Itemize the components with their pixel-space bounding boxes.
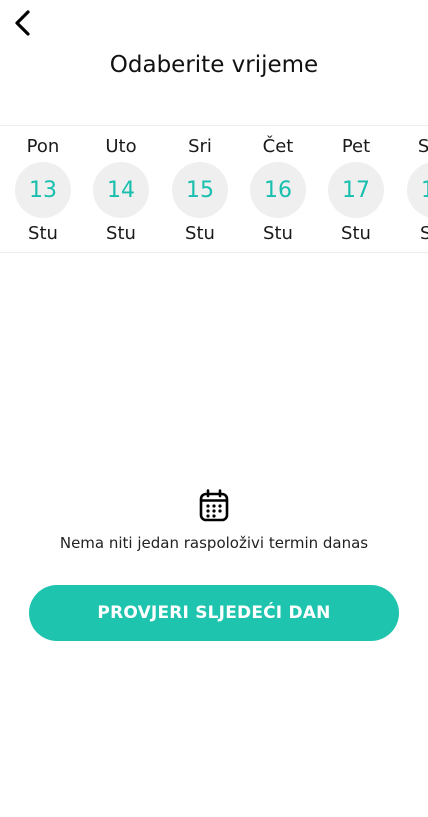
day-item[interactable]: Sri 15 Stu — [165, 126, 235, 252]
day-number: 18 — [421, 178, 428, 203]
day-item[interactable]: Čet 16 Stu — [243, 126, 313, 252]
day-name: Sub — [400, 136, 428, 157]
day-month: Stu — [400, 223, 428, 244]
day-number: 17 — [342, 177, 370, 203]
day-circle[interactable]: 16 — [250, 162, 306, 218]
day-month: Stu — [28, 223, 58, 244]
day-selector[interactable]: Pon 13 Stu Uto 14 Stu Sri 15 Stu Čet 16 … — [0, 125, 428, 253]
day-circle[interactable]: 13 — [15, 162, 71, 218]
day-name: Pon — [26, 136, 60, 157]
back-button[interactable] — [8, 6, 38, 40]
day-name: Uto — [105, 136, 137, 157]
day-number: 14 — [107, 177, 135, 203]
day-circle[interactable]: 17 — [328, 162, 384, 218]
day-month: Stu — [185, 223, 215, 244]
day-number: 16 — [264, 177, 292, 203]
calendar-icon — [199, 489, 229, 522]
empty-state-message: Nema niti jedan raspoloživi termin danas — [59, 534, 369, 552]
day-name: Pet — [341, 136, 371, 157]
day-month: Stu — [106, 223, 136, 244]
day-month: Stu — [263, 223, 293, 244]
chevron-left-icon — [15, 10, 30, 36]
day-number: 15 — [186, 177, 214, 203]
day-number: 13 — [29, 177, 57, 203]
day-circle[interactable]: 18 — [407, 162, 428, 218]
day-item[interactable]: Uto 14 Stu — [86, 126, 156, 252]
day-name: Čet — [262, 136, 294, 157]
day-circle[interactable]: 14 — [93, 162, 149, 218]
day-item[interactable]: Pon 13 Stu — [8, 126, 78, 252]
day-name: Sri — [188, 136, 212, 157]
day-item[interactable]: Pet 17 Stu — [321, 126, 391, 252]
day-circle[interactable]: 15 — [172, 162, 228, 218]
page-title: Odaberite vrijeme — [109, 52, 319, 78]
day-month: Stu — [341, 223, 371, 244]
check-next-day-button[interactable]: PROVJERI SLJEDEĆI DAN — [29, 585, 399, 641]
day-item[interactable]: Sub 18 Stu — [400, 126, 428, 252]
